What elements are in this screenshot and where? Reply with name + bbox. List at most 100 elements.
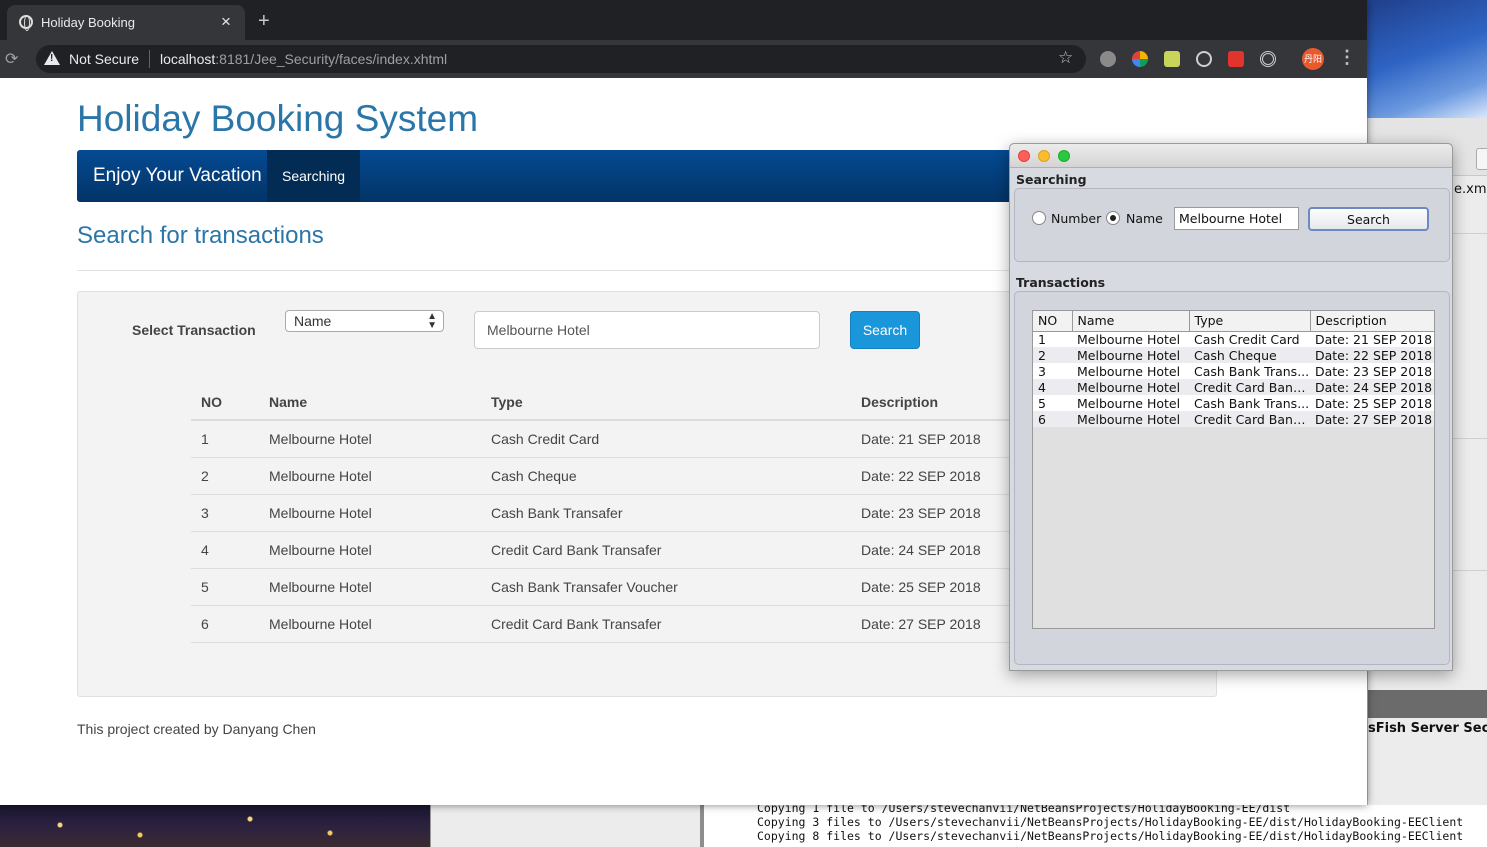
background-ide-panel bbox=[430, 805, 702, 847]
column-header-type[interactable]: Type bbox=[1189, 311, 1311, 332]
cell-name: Melbourne Hotel bbox=[259, 568, 481, 606]
cell-no: 5 bbox=[1033, 395, 1072, 411]
maximize-window-button[interactable] bbox=[1058, 150, 1070, 162]
bookmark-star-icon[interactable]: ☆ bbox=[1058, 48, 1073, 68]
browser-tab[interactable]: Holiday Booking × bbox=[7, 5, 245, 40]
ide-output-console: Copying 1 file to /Users/stevechanvii/Ne… bbox=[704, 801, 1487, 847]
swing-search-button[interactable]: Search bbox=[1308, 207, 1429, 231]
desktop-wallpaper-city bbox=[0, 805, 430, 847]
radio-number[interactable] bbox=[1032, 211, 1046, 225]
navbar-brand[interactable]: Enjoy Your Vacation bbox=[93, 165, 262, 187]
table-row[interactable]: 4 Melbourne Hotel Credit Card Bank... Date:… bbox=[1033, 379, 1434, 395]
transactions-table: NO Name Type Description 1 Melbourne Hote… bbox=[191, 384, 1111, 643]
section-title: Search for transactions bbox=[77, 222, 324, 249]
radio-name-label[interactable]: Name bbox=[1126, 211, 1163, 226]
table-row: 1 Melbourne Hotel Cash Credit Card Date: 21… bbox=[191, 420, 1111, 458]
background-panel-header bbox=[1368, 690, 1487, 718]
close-window-button[interactable] bbox=[1018, 150, 1030, 162]
cell-no: 4 bbox=[1033, 379, 1072, 395]
table-row[interactable]: 2 Melbourne Hotel Cash Cheque Date: 22 SEP … bbox=[1033, 347, 1434, 363]
swing-transactions-table[interactable]: NO Name Type Description 1 Melbourne Hote… bbox=[1032, 310, 1435, 629]
transaction-type-select[interactable]: Name ▲ ▼ bbox=[285, 310, 444, 332]
background-file-name: e.xml bbox=[1454, 182, 1487, 197]
cell-name: Melbourne Hotel bbox=[1072, 363, 1189, 379]
cell-no: 6 bbox=[191, 605, 259, 643]
abp-icon[interactable] bbox=[1100, 51, 1116, 67]
site-title: Holiday Booking System bbox=[77, 98, 479, 139]
extension-icon[interactable] bbox=[1164, 51, 1180, 67]
table-row[interactable]: 6 Melbourne Hotel Credit Card Bank... Date:… bbox=[1033, 411, 1434, 427]
extension-icon[interactable] bbox=[1132, 51, 1148, 67]
new-tab-button[interactable]: + bbox=[258, 10, 270, 33]
react-icon[interactable] bbox=[1196, 51, 1212, 67]
desktop-wallpaper bbox=[1367, 0, 1487, 122]
radio-number-label[interactable]: Number bbox=[1051, 211, 1101, 226]
background-toolbar-button bbox=[1476, 148, 1487, 170]
cell-name: Melbourne Hotel bbox=[1072, 411, 1189, 427]
address-bar: ⟳ Not Secure localhost:8181/Jee_Security… bbox=[0, 40, 1367, 78]
console-line: Copying 8 files to /Users/stevechanvii/N… bbox=[757, 829, 1464, 843]
cell-type: Cash Credit Card bbox=[481, 420, 851, 458]
menu-dots-icon[interactable]: ⋮ bbox=[1338, 48, 1356, 66]
cell-description: Date: 23 SEP 2018 bbox=[1310, 363, 1434, 379]
cell-name: Melbourne Hotel bbox=[259, 457, 481, 495]
cell-type: Cash Cheque bbox=[1189, 347, 1310, 363]
warning-icon[interactable] bbox=[44, 51, 60, 65]
cell-description: Date: 24 SEP 2018 bbox=[1310, 379, 1434, 395]
radio-name[interactable] bbox=[1106, 211, 1120, 225]
table-header-row: NO Name Type Description bbox=[191, 384, 1111, 421]
cell-no: 2 bbox=[191, 457, 259, 495]
search-input[interactable]: Melbourne Hotel bbox=[474, 311, 820, 349]
table-row[interactable]: 5 Melbourne Hotel Cash Bank Trans... Date: … bbox=[1033, 395, 1434, 411]
table-row: 6 Melbourne Hotel Credit Card Bank Transaf… bbox=[191, 605, 1111, 643]
column-header-type: Type bbox=[481, 384, 851, 421]
target-icon[interactable] bbox=[1260, 51, 1276, 67]
cell-no: 6 bbox=[1033, 411, 1072, 427]
table-header-row: NO Name Type Description bbox=[1033, 311, 1434, 332]
cell-no: 3 bbox=[1033, 363, 1072, 379]
cell-description: Date: 27 SEP 2018 bbox=[1310, 411, 1434, 427]
cell-type: Cash Credit Card bbox=[1189, 331, 1310, 347]
search-button[interactable]: Search bbox=[850, 311, 920, 349]
console-line: Copying 3 files to /Users/stevechanvii/N… bbox=[757, 815, 1464, 829]
tab-title: Holiday Booking bbox=[41, 15, 135, 30]
window-titlebar[interactable] bbox=[1010, 144, 1452, 168]
cell-type: Credit Card Bank Transafer bbox=[481, 531, 851, 569]
cell-no: 1 bbox=[191, 420, 259, 458]
not-secure-label[interactable]: Not Secure bbox=[69, 51, 139, 67]
profile-avatar[interactable]: 丹阳 bbox=[1302, 48, 1324, 70]
cell-no: 3 bbox=[191, 494, 259, 532]
select-arrows-icon: ▲ ▼ bbox=[427, 311, 437, 331]
omnibox[interactable]: Not Secure localhost:8181/Jee_Security/f… bbox=[36, 45, 1086, 73]
column-header-description[interactable]: Description bbox=[1310, 311, 1434, 332]
cell-type: Cash Bank Transafer bbox=[481, 494, 851, 532]
swing-search-input[interactable]: Melbourne Hotel bbox=[1174, 207, 1299, 230]
reload-icon[interactable]: ⟳ bbox=[5, 49, 18, 69]
footer-text: This project created by Danyang Chen bbox=[77, 721, 316, 737]
column-header-no[interactable]: NO bbox=[1033, 311, 1073, 332]
cell-no: 5 bbox=[191, 568, 259, 606]
table-row: 3 Melbourne Hotel Cash Bank Transafer Date:… bbox=[191, 494, 1111, 532]
cell-no: 1 bbox=[1033, 331, 1072, 347]
cell-no: 4 bbox=[191, 531, 259, 569]
url-text[interactable]: localhost:8181/Jee_Security/faces/index.… bbox=[160, 51, 447, 67]
table-row[interactable]: 3 Melbourne Hotel Cash Bank Trans... Date: … bbox=[1033, 363, 1434, 379]
cell-name: Melbourne Hotel bbox=[1072, 395, 1189, 411]
background-server-tab: sFish Server Secur bbox=[1368, 721, 1487, 736]
nav-item-searching[interactable]: Searching bbox=[267, 150, 360, 202]
minimize-window-button[interactable] bbox=[1038, 150, 1050, 162]
cell-type: Cash Bank Transafer Voucher bbox=[481, 568, 851, 606]
cell-name: Melbourne Hotel bbox=[1072, 347, 1189, 363]
divider bbox=[149, 50, 150, 68]
select-value: Name bbox=[294, 313, 332, 329]
cell-name: Melbourne Hotel bbox=[1072, 379, 1189, 395]
cell-type: Cash Bank Trans... bbox=[1189, 363, 1310, 379]
extension-s-icon[interactable] bbox=[1228, 51, 1244, 67]
close-tab-icon[interactable]: × bbox=[221, 12, 231, 32]
table-row: 2 Melbourne Hotel Cash Cheque Date: 22 SEP … bbox=[191, 457, 1111, 495]
table-row[interactable]: 1 Melbourne Hotel Cash Credit Card Date: 21… bbox=[1033, 331, 1434, 347]
column-header-name[interactable]: Name bbox=[1072, 311, 1190, 332]
searching-group-label: Searching bbox=[1016, 172, 1087, 187]
cell-name: Melbourne Hotel bbox=[259, 605, 481, 643]
globe-icon bbox=[19, 15, 33, 31]
